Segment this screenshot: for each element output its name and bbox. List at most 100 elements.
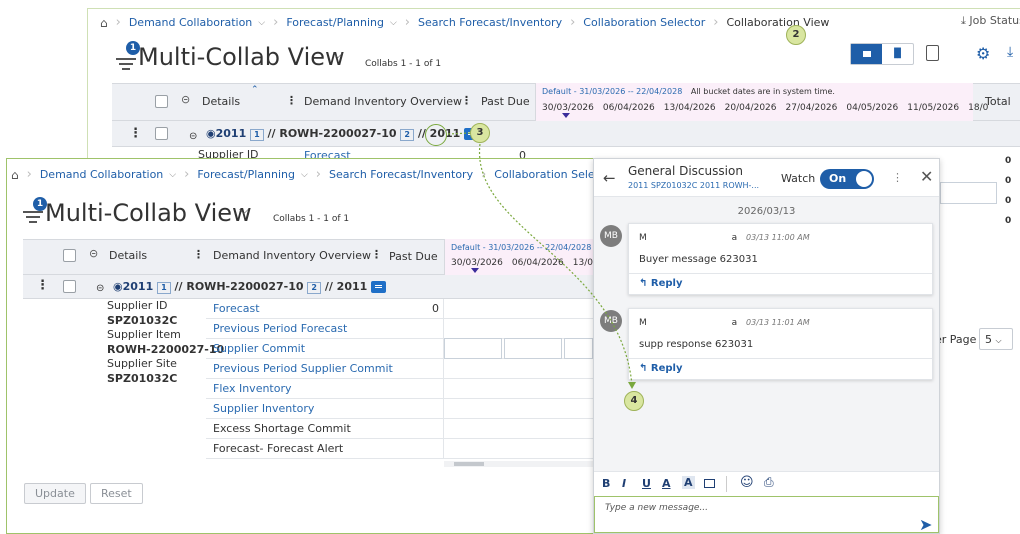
measure-list: Forecast 0 Previous Period Forecast Supplie… xyxy=(206,299,593,459)
reply-icon: ↰ xyxy=(639,363,648,374)
measure-name[interactable]: Supplier Inventory xyxy=(213,402,314,415)
column-menu-icon[interactable]: ⋮ xyxy=(193,248,204,261)
bucket-marker-icon xyxy=(562,113,570,118)
underline-button[interactable]: U xyxy=(642,477,651,490)
attach-icon[interactable]: ⎙ xyxy=(764,475,774,490)
copy-icon[interactable] xyxy=(926,45,939,61)
grid-view-button[interactable] xyxy=(851,44,882,64)
back-arrow-icon[interactable]: ← xyxy=(603,169,616,187)
chat-subtitle[interactable]: 2011 SPZ01032C 2011 ROWH-... xyxy=(628,181,759,190)
date-column-header[interactable]: 06/04/2026 xyxy=(603,103,655,113)
date-column-header[interactable]: 20/04/2026 xyxy=(725,103,777,113)
filter-icon[interactable] xyxy=(116,56,136,72)
date-column-header[interactable]: 04/05/2026 xyxy=(846,103,898,113)
column-menu-icon[interactable]: ⋮ xyxy=(371,248,382,261)
breadcrumb: ⌂ › Demand Collaboration ⌵ › Forecast/Pla… xyxy=(11,167,617,182)
highlight-button[interactable]: A xyxy=(682,476,695,489)
send-icon[interactable]: ➤ xyxy=(919,515,932,534)
measure-name[interactable]: Previous Period Supplier Commit xyxy=(213,362,393,375)
image-icon[interactable] xyxy=(704,479,715,488)
message-input[interactable]: Type a new message... ➤ xyxy=(594,496,939,534)
reset-button[interactable]: Reset xyxy=(90,483,143,504)
select-all-checkbox[interactable] xyxy=(63,249,76,262)
update-button[interactable]: Update xyxy=(24,483,86,504)
chevron-down-icon[interactable]: ⌵ xyxy=(390,18,397,28)
collapse-all-icon[interactable]: ⊝ xyxy=(181,93,190,106)
date-column-header[interactable]: 13/04/2026 xyxy=(664,103,716,113)
message-placeholder: Type a new message... xyxy=(605,503,709,513)
per-page-select[interactable]: 5 ⌵ xyxy=(979,328,1013,350)
select-all-checkbox[interactable] xyxy=(155,95,168,108)
home-icon[interactable]: ⌂ xyxy=(100,16,108,30)
commit-cell[interactable] xyxy=(564,338,593,359)
bucket-header: Default - 31/03/2026 -- 22/04/2028 All b… xyxy=(535,83,988,121)
title-chevron-icon[interactable]: ⌵ xyxy=(333,47,343,62)
breadcrumb-forecast-planning[interactable]: Forecast/Planning xyxy=(197,168,295,181)
sort-icon[interactable]: ⌃ xyxy=(251,85,259,95)
gear-icon[interactable]: ⚙ xyxy=(976,44,990,63)
job-status-link[interactable]: ⤓ Job Status xyxy=(961,14,1020,28)
past-due-value: 0 xyxy=(432,302,439,315)
collapse-icon[interactable]: ⊝ xyxy=(96,283,104,294)
row-checkbox[interactable] xyxy=(155,127,168,140)
italic-button[interactable]: I xyxy=(622,477,626,490)
eye-icon[interactable]: ◉ xyxy=(113,280,123,293)
chevron-down-icon[interactable]: ⌵ xyxy=(258,18,265,28)
font-color-button[interactable]: A xyxy=(662,477,671,490)
date-column-header[interactable]: 30/03/2026 xyxy=(451,258,503,268)
bucket-marker-icon xyxy=(471,268,479,273)
date-column-header[interactable]: 13/04/ xyxy=(573,258,593,268)
date-column-header[interactable]: 06/04/2026 xyxy=(512,258,564,268)
bucket-range[interactable]: Default - 31/03/2026 -- 22/04/2028 xyxy=(451,243,591,252)
collapse-all-icon[interactable]: ⊝ xyxy=(89,247,98,260)
filter-icon[interactable] xyxy=(23,209,43,225)
breadcrumb-search-forecast[interactable]: Search Forecast/Inventory xyxy=(418,16,562,29)
column-divider xyxy=(443,439,444,459)
chevron-down-icon[interactable]: ⌵ xyxy=(169,170,176,180)
date-column-header[interactable]: 11/05/2026 xyxy=(907,103,959,113)
breadcrumb-search-forecast[interactable]: Search Forecast/Inventory xyxy=(329,168,473,181)
watch-label: Watch xyxy=(781,172,816,185)
home-icon[interactable]: ⌂ xyxy=(11,168,19,182)
bold-button[interactable]: B xyxy=(602,477,610,490)
commit-cell[interactable] xyxy=(444,338,502,359)
chart-view-button[interactable]: ▐▌ xyxy=(882,44,913,64)
reply-button[interactable]: ↰ Reply xyxy=(639,278,682,289)
breadcrumb-collaboration-selector[interactable]: Collaboration Selector xyxy=(583,16,705,29)
reply-icon: ↰ xyxy=(639,278,648,289)
badge-2: 2 xyxy=(400,129,414,141)
message-card: M a 03/13 11:00 AM Buyer message 623031 … xyxy=(628,223,933,295)
close-icon[interactable]: ✕ xyxy=(920,167,933,186)
column-menu-icon[interactable]: ⋮ xyxy=(461,94,472,107)
breadcrumb-demand-collaboration[interactable]: Demand Collaboration xyxy=(129,16,252,29)
measure-name[interactable]: Previous Period Forecast xyxy=(213,322,347,335)
badge-1: 1 xyxy=(157,282,171,294)
download-icon[interactable]: ⤓ xyxy=(1007,44,1013,60)
horizontal-scrollbar[interactable] xyxy=(444,461,593,467)
measure-name[interactable]: Flex Inventory xyxy=(213,382,292,395)
row-menu-icon[interactable]: ⋮ xyxy=(36,278,49,293)
bucket-range[interactable]: Default - 31/03/2026 -- 22/04/2028 xyxy=(542,87,682,96)
commit-cell[interactable] xyxy=(504,338,562,359)
breadcrumb-collaboration-view: Collaboration View xyxy=(726,16,830,29)
chevron-down-icon[interactable]: ⌵ xyxy=(301,170,308,180)
date-column-header[interactable]: 27/04/2026 xyxy=(786,103,838,113)
measure-name[interactable]: Forecast xyxy=(213,302,260,315)
breadcrumb-demand-collaboration[interactable]: Demand Collaboration xyxy=(40,168,163,181)
scrollbar-thumb[interactable] xyxy=(454,462,484,466)
more-icon[interactable]: ⋮ xyxy=(892,171,903,184)
row-menu-icon[interactable]: ⋮ xyxy=(129,126,142,141)
watch-toggle[interactable]: On xyxy=(820,169,874,189)
message-time: 03/13 11:00 AM xyxy=(746,233,810,242)
row-checkbox[interactable] xyxy=(63,280,76,293)
reply-button[interactable]: ↰ Reply xyxy=(639,363,682,374)
eye-icon[interactable]: ◉ xyxy=(206,127,216,140)
breadcrumb-forecast-planning[interactable]: Forecast/Planning xyxy=(286,16,384,29)
date-column-header[interactable]: 30/03/2026 xyxy=(542,103,594,113)
emoji-icon[interactable]: ☺ xyxy=(740,475,754,490)
collapse-icon[interactable]: ⊝ xyxy=(189,131,197,142)
chat-icon[interactable] xyxy=(371,281,387,293)
title-chevron-icon[interactable]: ⌵ xyxy=(239,203,249,218)
measure-name[interactable]: Supplier Commit xyxy=(213,342,305,355)
column-menu-icon[interactable]: ⋮ xyxy=(286,94,297,107)
